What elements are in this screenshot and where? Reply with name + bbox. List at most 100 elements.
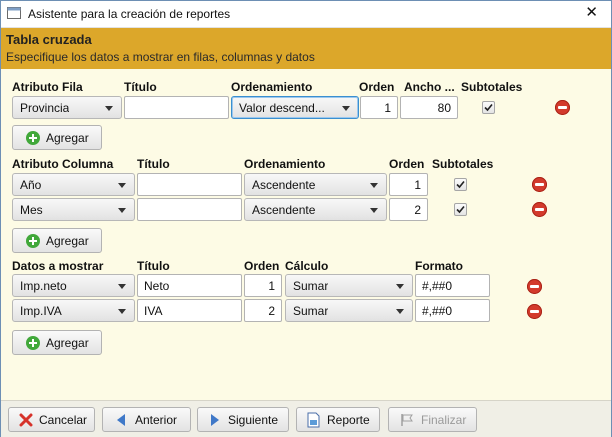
data-calc-value: Sumar — [293, 304, 329, 318]
cancel-label: Cancelar — [39, 413, 88, 427]
data-field-value: Imp.neto — [20, 279, 67, 293]
chevron-down-icon — [118, 208, 126, 213]
data-format-input[interactable] — [415, 299, 490, 322]
header-column-attribute: Atributo Columna — [12, 157, 114, 171]
header-row-width: Ancho ... — [404, 80, 455, 94]
wizard-window: Asistente para la creación de reportes ✕… — [0, 0, 612, 437]
report-document-icon — [307, 412, 320, 428]
flag-icon — [401, 414, 413, 426]
window-close-icon[interactable]: ✕ — [585, 4, 598, 22]
title-bar: Asistente para la creación de reportes ✕ — [1, 1, 611, 28]
chevron-down-icon — [370, 208, 378, 213]
next-label: Siguiente — [228, 413, 279, 427]
data-calc-select[interactable]: Sumar — [285, 299, 413, 322]
data-calc-value: Sumar — [293, 279, 329, 293]
header-row-title: Título — [124, 80, 157, 94]
column-ordering-value: Ascendente — [252, 178, 316, 192]
header-data-format: Formato — [415, 259, 463, 273]
cancel-button[interactable]: Cancelar — [8, 407, 95, 432]
data-order-input[interactable] — [244, 299, 282, 322]
header-data: Datos a mostrar — [12, 259, 104, 273]
header-column-ordering: Ordenamiento — [244, 157, 326, 171]
header-column-title: Título — [137, 157, 170, 171]
arrow-right-icon — [211, 414, 219, 426]
wizard-footer: Cancelar Anterior Siguiente Reporte Fina… — [1, 400, 611, 437]
chevron-down-icon — [118, 309, 126, 314]
row-title-input[interactable] — [124, 96, 229, 119]
add-data-field-label: Agregar — [46, 336, 89, 350]
row-attribute-select[interactable]: Provincia — [12, 96, 122, 119]
header-row-ordering: Ordenamiento — [231, 80, 313, 94]
chevron-down-icon — [342, 106, 350, 111]
header-data-order: Orden — [244, 259, 280, 273]
remove-data-field-icon[interactable] — [527, 279, 542, 294]
row-ordering-value: Valor descend... — [239, 101, 325, 115]
remove-data-field-icon[interactable] — [527, 304, 542, 319]
header-column-order: Orden — [389, 157, 425, 171]
chevron-down-icon — [396, 284, 404, 289]
column-ordering-select[interactable]: Ascendente — [244, 198, 387, 221]
checkmark-icon — [456, 205, 465, 214]
step-subtitle: Especifique los datos a mostrar en filas… — [6, 50, 315, 64]
header-column-subtotals: Subtotales — [432, 157, 494, 171]
chevron-down-icon — [118, 183, 126, 188]
row-subtotals-checkbox[interactable] — [482, 101, 495, 114]
plus-circle-icon — [26, 234, 40, 248]
data-title-input[interactable] — [137, 299, 242, 322]
header-data-calc: Cálculo — [285, 259, 329, 273]
data-field-select[interactable]: Imp.neto — [12, 274, 135, 297]
header-row-subtotals: Subtotales — [461, 80, 523, 94]
add-row-attribute-button[interactable]: Agregar — [12, 125, 102, 150]
header-row-order: Orden — [359, 80, 395, 94]
step-title: Tabla cruzada — [6, 32, 92, 47]
data-format-input[interactable] — [415, 274, 490, 297]
window-title: Asistente para la creación de reportes — [28, 7, 231, 21]
row-ordering-select[interactable]: Valor descend... — [231, 96, 359, 119]
data-calc-select[interactable]: Sumar — [285, 274, 413, 297]
data-field-select[interactable]: Imp.IVA — [12, 299, 135, 322]
arrow-left-icon — [117, 414, 125, 426]
column-attribute-select[interactable]: Año — [12, 173, 135, 196]
chevron-down-icon — [396, 309, 404, 314]
next-button[interactable]: Siguiente — [197, 407, 289, 432]
column-attribute-value: Año — [20, 178, 42, 192]
column-attribute-select[interactable]: Mes — [12, 198, 135, 221]
finish-label: Finalizar — [421, 413, 467, 427]
plus-circle-icon — [26, 131, 40, 145]
finish-button[interactable]: Finalizar — [388, 407, 477, 432]
remove-column-attribute-icon[interactable] — [532, 202, 547, 217]
step-banner: Tabla cruzada Especifique los datos a mo… — [1, 28, 611, 69]
checkmark-icon — [484, 103, 493, 112]
add-data-field-button[interactable]: Agregar — [12, 330, 102, 355]
row-width-input[interactable] — [400, 96, 458, 119]
column-order-input[interactable] — [389, 198, 428, 221]
header-row-attribute: Atributo Fila — [12, 80, 83, 94]
add-row-attribute-label: Agregar — [46, 131, 89, 145]
data-order-input[interactable] — [244, 274, 282, 297]
add-column-attribute-button[interactable]: Agregar — [12, 228, 102, 253]
column-ordering-select[interactable]: Ascendente — [244, 173, 387, 196]
row-attribute-value: Provincia — [20, 101, 70, 115]
column-subtotals-checkbox[interactable] — [454, 203, 467, 216]
column-title-input[interactable] — [137, 173, 242, 196]
chevron-down-icon — [118, 284, 126, 289]
previous-label: Anterior — [135, 413, 178, 427]
checkmark-icon — [456, 180, 465, 189]
data-title-input[interactable] — [137, 274, 242, 297]
report-label: Reporte — [327, 413, 370, 427]
plus-circle-icon — [26, 336, 40, 350]
remove-row-attribute-icon[interactable] — [555, 100, 570, 115]
report-button[interactable]: Reporte — [296, 407, 380, 432]
column-title-input[interactable] — [137, 198, 242, 221]
remove-column-attribute-icon[interactable] — [532, 177, 547, 192]
previous-button[interactable]: Anterior — [102, 407, 191, 432]
chevron-down-icon — [370, 183, 378, 188]
header-data-title: Título — [137, 259, 170, 273]
column-ordering-value: Ascendente — [252, 203, 316, 217]
column-order-input[interactable] — [389, 173, 428, 196]
row-order-input[interactable] — [360, 96, 398, 119]
column-subtotals-checkbox[interactable] — [454, 178, 467, 191]
cancel-x-icon — [19, 413, 33, 427]
window-app-icon — [7, 7, 21, 19]
chevron-down-icon — [105, 106, 113, 111]
